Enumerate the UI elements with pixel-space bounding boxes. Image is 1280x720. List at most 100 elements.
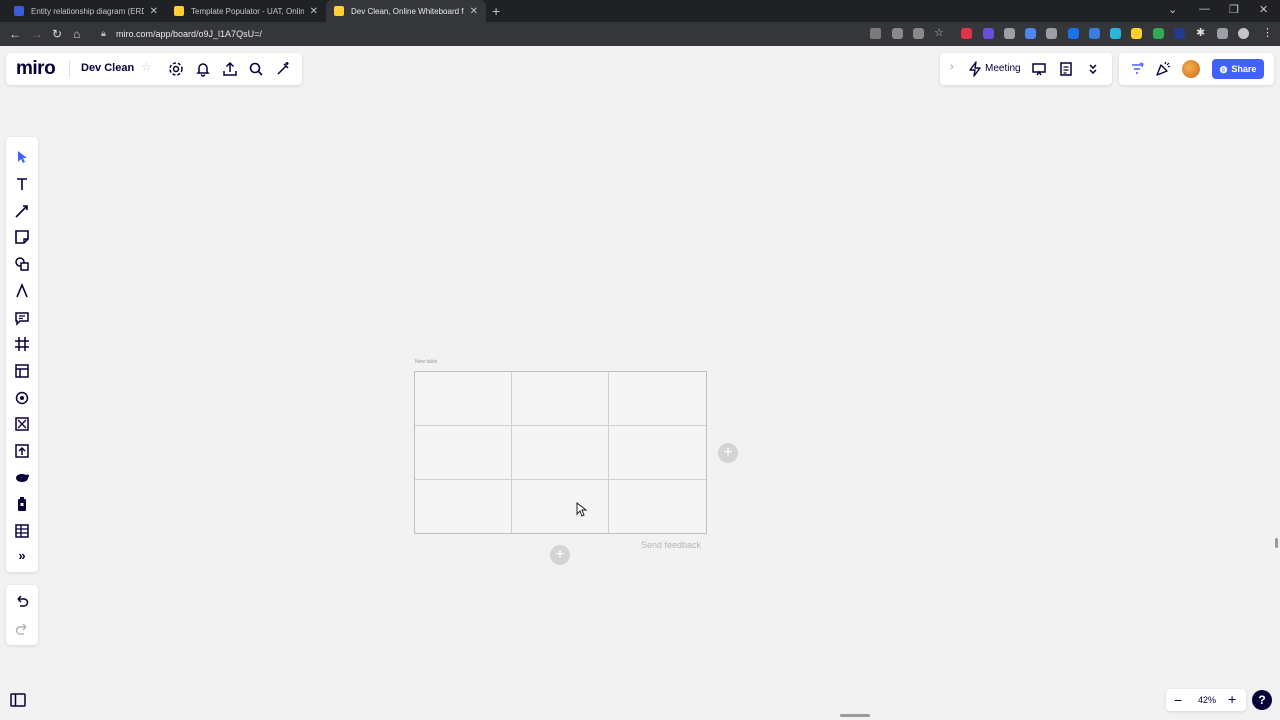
text-tool-icon[interactable]: [14, 176, 30, 192]
home-icon[interactable]: ⌂: [73, 26, 80, 42]
zoom-out-button[interactable]: −: [1174, 692, 1182, 708]
table-cell[interactable]: [415, 426, 512, 480]
puzzle-icon[interactable]: ✱: [1196, 26, 1207, 39]
camera-icon[interactable]: [870, 28, 881, 39]
meeting-button[interactable]: Meeting: [985, 63, 1021, 74]
table-cell[interactable]: [415, 480, 512, 533]
chevron-double-down-icon[interactable]: [1085, 61, 1101, 77]
table-cell[interactable]: [415, 372, 512, 426]
share-button[interactable]: ◍ Share: [1212, 59, 1264, 79]
sticky-note-icon[interactable]: [14, 229, 30, 245]
minimize-icon[interactable]: —: [1199, 3, 1210, 15]
bell-icon[interactable]: [195, 61, 211, 77]
share-page-icon[interactable]: [913, 28, 924, 39]
restore-icon[interactable]: ❐: [1229, 3, 1239, 16]
upload-icon[interactable]: [222, 61, 238, 77]
mouse-pointer-icon: [576, 502, 588, 517]
table-cell[interactable]: [512, 426, 609, 480]
table-cell[interactable]: [609, 480, 706, 533]
table-caption[interactable]: New table: [415, 359, 437, 365]
zoom-in-button[interactable]: +: [1228, 691, 1236, 707]
forward-icon[interactable]: →: [31, 26, 43, 42]
crop-icon[interactable]: [14, 416, 30, 432]
presentation-icon[interactable]: [1031, 61, 1047, 77]
table-cell[interactable]: [609, 426, 706, 480]
add-row-button[interactable]: +: [550, 545, 570, 565]
close-window-icon[interactable]: ✕: [1259, 3, 1268, 16]
table-cell[interactable]: [512, 480, 609, 533]
key-icon[interactable]: [892, 28, 903, 39]
menu-icon[interactable]: ⋮: [1262, 26, 1273, 39]
collaboration-bar: › Meeting: [940, 53, 1112, 85]
miro-extension-icon[interactable]: [1131, 28, 1142, 39]
url-field[interactable]: miro.com/app/board/o9J_l1A7QsU=/: [116, 29, 262, 39]
profile-icon[interactable]: [1238, 28, 1249, 39]
vertical-scrollbar[interactable]: [1275, 538, 1278, 548]
upload-tool-icon[interactable]: [14, 443, 30, 459]
new-tab-button[interactable]: +: [492, 3, 500, 19]
extension-icon[interactable]: [1046, 28, 1057, 39]
avatar[interactable]: [1182, 60, 1200, 78]
select-cursor-icon[interactable]: [14, 149, 30, 165]
chevron-right-icon[interactable]: ›: [950, 61, 954, 73]
mind-map-icon[interactable]: [14, 390, 30, 406]
extension-icon[interactable]: [1153, 28, 1164, 39]
bookmark-star-icon[interactable]: ☆: [934, 26, 945, 39]
tool-palette: »: [6, 137, 38, 572]
miro-logo[interactable]: miro: [16, 58, 56, 80]
comment-icon[interactable]: [14, 310, 30, 326]
pocket-extension-icon[interactable]: [961, 28, 972, 39]
sidebar-icon[interactable]: [1217, 28, 1228, 39]
lightning-icon[interactable]: [967, 61, 983, 77]
extension-icon[interactable]: [1004, 28, 1015, 39]
frame-icon[interactable]: [14, 336, 30, 352]
cursor-filter-icon[interactable]: [1129, 61, 1145, 77]
templates-icon[interactable]: [14, 363, 30, 379]
pen-icon[interactable]: [14, 283, 30, 299]
table-cell[interactable]: [609, 372, 706, 426]
close-icon[interactable]: ✕: [150, 6, 158, 17]
close-icon[interactable]: ✕: [310, 6, 318, 17]
search-icon[interactable]: [248, 61, 264, 77]
browser-tab-template-populator[interactable]: Template Populator - UAT, Online ✕: [166, 0, 326, 22]
tab-search-icon[interactable]: ⌄: [1168, 3, 1177, 16]
add-column-button[interactable]: +: [718, 443, 738, 463]
turtle-app-icon[interactable]: [14, 469, 30, 485]
battery-app-icon[interactable]: [14, 496, 30, 512]
extension-icon[interactable]: [1089, 28, 1100, 39]
connection-line-icon[interactable]: [14, 203, 30, 219]
celebrate-icon[interactable]: [1155, 61, 1171, 77]
shapes-icon[interactable]: [14, 256, 30, 272]
star-icon[interactable]: ☆: [141, 60, 152, 74]
horizontal-scrollbar[interactable]: [840, 714, 870, 717]
notes-icon[interactable]: [1058, 61, 1074, 77]
undo-icon[interactable]: [14, 593, 30, 609]
back-icon[interactable]: ←: [9, 26, 21, 42]
table-app-icon[interactable]: [14, 523, 30, 539]
browser-tab-dev-clean[interactable]: Dev Clean, Online Whiteboard fo ✕: [326, 0, 486, 22]
redo-icon[interactable]: [14, 621, 30, 637]
reload-icon[interactable]: ↻: [52, 26, 62, 42]
zoom-level[interactable]: 42%: [1198, 695, 1216, 705]
extension-icon[interactable]: [1025, 28, 1036, 39]
address-bar: ← → ↻ ⌂ 🔒︎ miro.com/app/board/o9J_l1A7Qs…: [0, 22, 1280, 46]
table-cell[interactable]: [512, 372, 609, 426]
share-label: Share: [1231, 64, 1257, 74]
browser-tab-erd[interactable]: Entity relationship diagram (ERD ✕: [6, 0, 166, 22]
close-icon[interactable]: ✕: [470, 6, 478, 17]
extension-icon[interactable]: [1110, 28, 1121, 39]
zoom-control: − 42% +: [1166, 689, 1246, 711]
magic-icon[interactable]: [275, 61, 291, 77]
extension-icon[interactable]: [1174, 28, 1185, 39]
board-panel-icon[interactable]: [9, 691, 27, 709]
share-bar: ◍ Share: [1119, 53, 1274, 85]
extension-icon[interactable]: [1068, 28, 1079, 39]
extension-icon[interactable]: [983, 28, 994, 39]
board-name[interactable]: Dev Clean: [81, 62, 134, 74]
help-button[interactable]: ?: [1252, 690, 1272, 710]
board-table[interactable]: [414, 371, 707, 534]
lock-icon[interactable]: 🔒︎: [101, 28, 106, 39]
settings-icon[interactable]: [168, 61, 184, 77]
send-feedback-link[interactable]: Send feedback: [641, 540, 701, 550]
more-tools-icon[interactable]: »: [14, 548, 30, 564]
